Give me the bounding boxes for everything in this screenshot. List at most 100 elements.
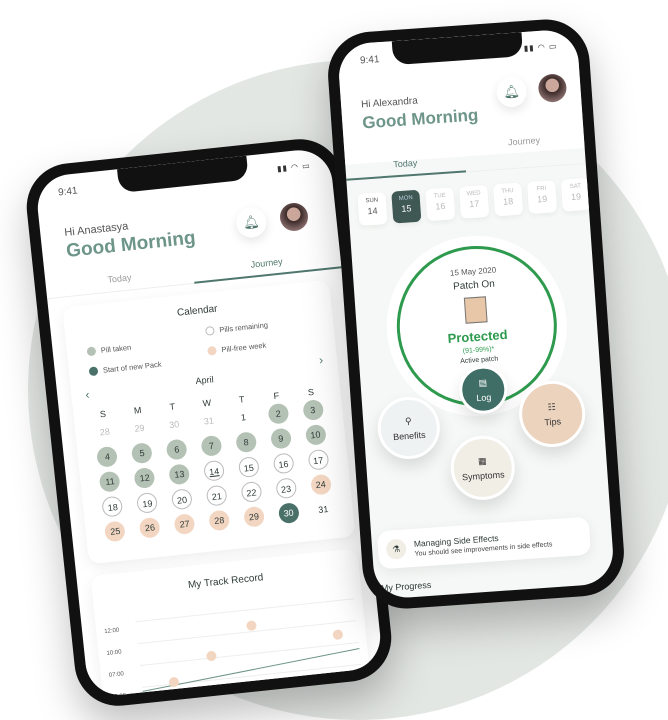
calendar-day[interactable]: 23 <box>275 477 297 500</box>
calendar-day[interactable]: 27 <box>173 513 196 536</box>
avatar[interactable] <box>278 201 310 233</box>
day-tue[interactable]: TUE 16 <box>425 187 456 222</box>
calendar-day[interactable]: 30 <box>163 414 185 436</box>
tips-icon: ☷ <box>547 401 557 412</box>
track-record-card: My Track Record 12:00 10:00 07:00 09:00 <box>90 548 373 699</box>
calendar-day[interactable]: 28 <box>208 509 231 532</box>
calendar-day[interactable]: 18 <box>101 495 124 518</box>
calendar-day[interactable]: 14 <box>203 459 226 482</box>
day-number: 18 <box>502 196 514 207</box>
day-mon[interactable]: MON 15 <box>391 189 422 224</box>
right-phone: 9:41 ▮▮ ◠ ▭ Hi Alexandra Good Morning 🔔︎… <box>325 16 627 612</box>
calendar-day[interactable]: 31 <box>312 499 334 521</box>
day-number: 14 <box>367 205 378 217</box>
signal-wifi-battery-icon: ▮▮ ◠ ▭ <box>276 160 312 174</box>
status-time: 9:41 <box>57 185 79 199</box>
calendar-day[interactable]: 3 <box>301 399 324 422</box>
calendar-day[interactable]: 1 <box>233 406 255 428</box>
calendar-day[interactable]: 6 <box>165 438 188 461</box>
calendar-day[interactable]: 16 <box>272 452 295 475</box>
calendar-day[interactable]: 26 <box>138 516 161 539</box>
calendar-day[interactable]: 29 <box>242 505 265 528</box>
calendar-day[interactable]: 10 <box>304 423 327 446</box>
legend-remaining-dot <box>204 325 215 336</box>
benefits-button[interactable]: ⚲ Benefits <box>375 394 442 462</box>
log-label: Log <box>475 391 492 403</box>
calendar-day[interactable]: 7 <box>200 434 223 457</box>
track-point <box>332 629 343 640</box>
calendar-day[interactable]: 31 <box>198 410 220 432</box>
tab-journey[interactable]: Journey <box>463 132 586 173</box>
side-effects-card[interactable]: ⚗ Managing Side Effects You should see i… <box>376 516 592 570</box>
track-point <box>148 693 159 699</box>
calendar-day[interactable]: 24 <box>309 473 332 496</box>
medicine-icon: ⚗ <box>385 538 407 560</box>
calendar-day[interactable]: 17 <box>307 448 330 471</box>
notch <box>117 155 249 194</box>
day-name: TUE <box>433 192 446 200</box>
status-time: 9:41 <box>359 54 380 67</box>
day-number: 19 <box>536 193 548 205</box>
y-label: 10:00 <box>106 649 122 657</box>
calendar-day[interactable]: 5 <box>131 442 154 465</box>
legend-new-pack-dot <box>88 366 99 377</box>
log-icon: ▤ <box>478 376 488 388</box>
notification-bell-icon[interactable]: 🔔︎ <box>234 205 268 239</box>
symptoms-button[interactable]: ▦ Symptoms <box>448 433 517 503</box>
day-name: THU <box>501 188 514 195</box>
y-label: 07:00 <box>108 671 125 679</box>
y-label: 12:00 <box>104 627 120 636</box>
benefits-icon: ⚲ <box>404 415 412 426</box>
day-number: 15 <box>401 203 412 214</box>
calendar-day[interactable]: 21 <box>205 484 228 507</box>
day-name: SUN <box>365 197 379 205</box>
legend-taken: Pill taken <box>100 342 132 355</box>
day-number: 19 <box>570 191 582 203</box>
benefits-label: Benefits <box>392 429 426 442</box>
legend-pill-free-dot <box>207 345 217 356</box>
calendar-day[interactable]: 29 <box>129 417 151 439</box>
day-number: 17 <box>468 198 480 210</box>
calendar-day[interactable]: 15 <box>237 456 260 479</box>
legend-taken-dot <box>86 346 97 357</box>
calendar-day[interactable]: 4 <box>96 445 119 468</box>
day-wed[interactable]: WED 17 <box>459 184 490 219</box>
day-sat[interactable]: SAT 19 <box>560 177 592 212</box>
calendar-day[interactable]: 13 <box>168 463 191 486</box>
day-fri[interactable]: FRI 19 <box>526 180 558 215</box>
day-name: FRI <box>536 185 547 193</box>
calendar-day[interactable]: 22 <box>240 480 263 503</box>
left-screen: 9:41 ▮▮ ◠ ▭ Hi Anastasya Good Morning 🔔︎… <box>34 146 384 699</box>
calendar-day[interactable]: 9 <box>269 427 292 450</box>
calendar-day[interactable]: 19 <box>136 491 159 514</box>
tab-journey[interactable]: Journey <box>192 250 342 284</box>
patch-icon <box>463 296 488 324</box>
tab-today[interactable]: Today <box>45 265 195 300</box>
calendar-day[interactable]: 25 <box>104 520 127 543</box>
calendar-grid: 28 29 30 31 1 2 3 4 5 6 7 8 9 10 11 12 13 14 15 16 17 18 19 20 2… <box>86 398 341 543</box>
calendar-day[interactable]: 2 <box>267 402 290 425</box>
legend-pill-free: Pill-free week <box>220 340 267 355</box>
day-number: 16 <box>435 200 446 212</box>
calendar-day[interactable]: 11 <box>99 470 122 493</box>
day-selector: SUN 14 MON 15 TUE 16 WED 17 THU 18 FRI 19 SAT 19 <box>357 177 592 226</box>
calendar-day[interactable]: 28 <box>94 421 116 443</box>
day-thu[interactable]: THU 18 <box>493 182 524 217</box>
day-sun[interactable]: SUN 14 <box>357 192 388 226</box>
day-name: WED <box>466 190 481 198</box>
tab-today[interactable]: Today <box>344 140 467 181</box>
calendar-card: Calendar Pill taken Pills remaining Star… <box>62 279 356 565</box>
legend-new-pack: Start of new Pack <box>102 359 162 375</box>
track-point <box>246 620 257 631</box>
y-label: 09:00 <box>110 693 127 699</box>
calendar-day[interactable]: 8 <box>235 431 258 454</box>
calendar-title: Calendar <box>176 303 219 319</box>
tips-label: Tips <box>544 415 562 427</box>
day-name: MON <box>398 195 413 203</box>
symptoms-icon: ▦ <box>477 455 487 466</box>
track-point <box>206 651 217 662</box>
legend-remaining: Pills remaining <box>218 320 269 335</box>
calendar-day[interactable]: 12 <box>133 467 156 490</box>
calendar-day[interactable]: 20 <box>171 488 193 511</box>
calendar-day[interactable]: 30 <box>277 502 300 525</box>
